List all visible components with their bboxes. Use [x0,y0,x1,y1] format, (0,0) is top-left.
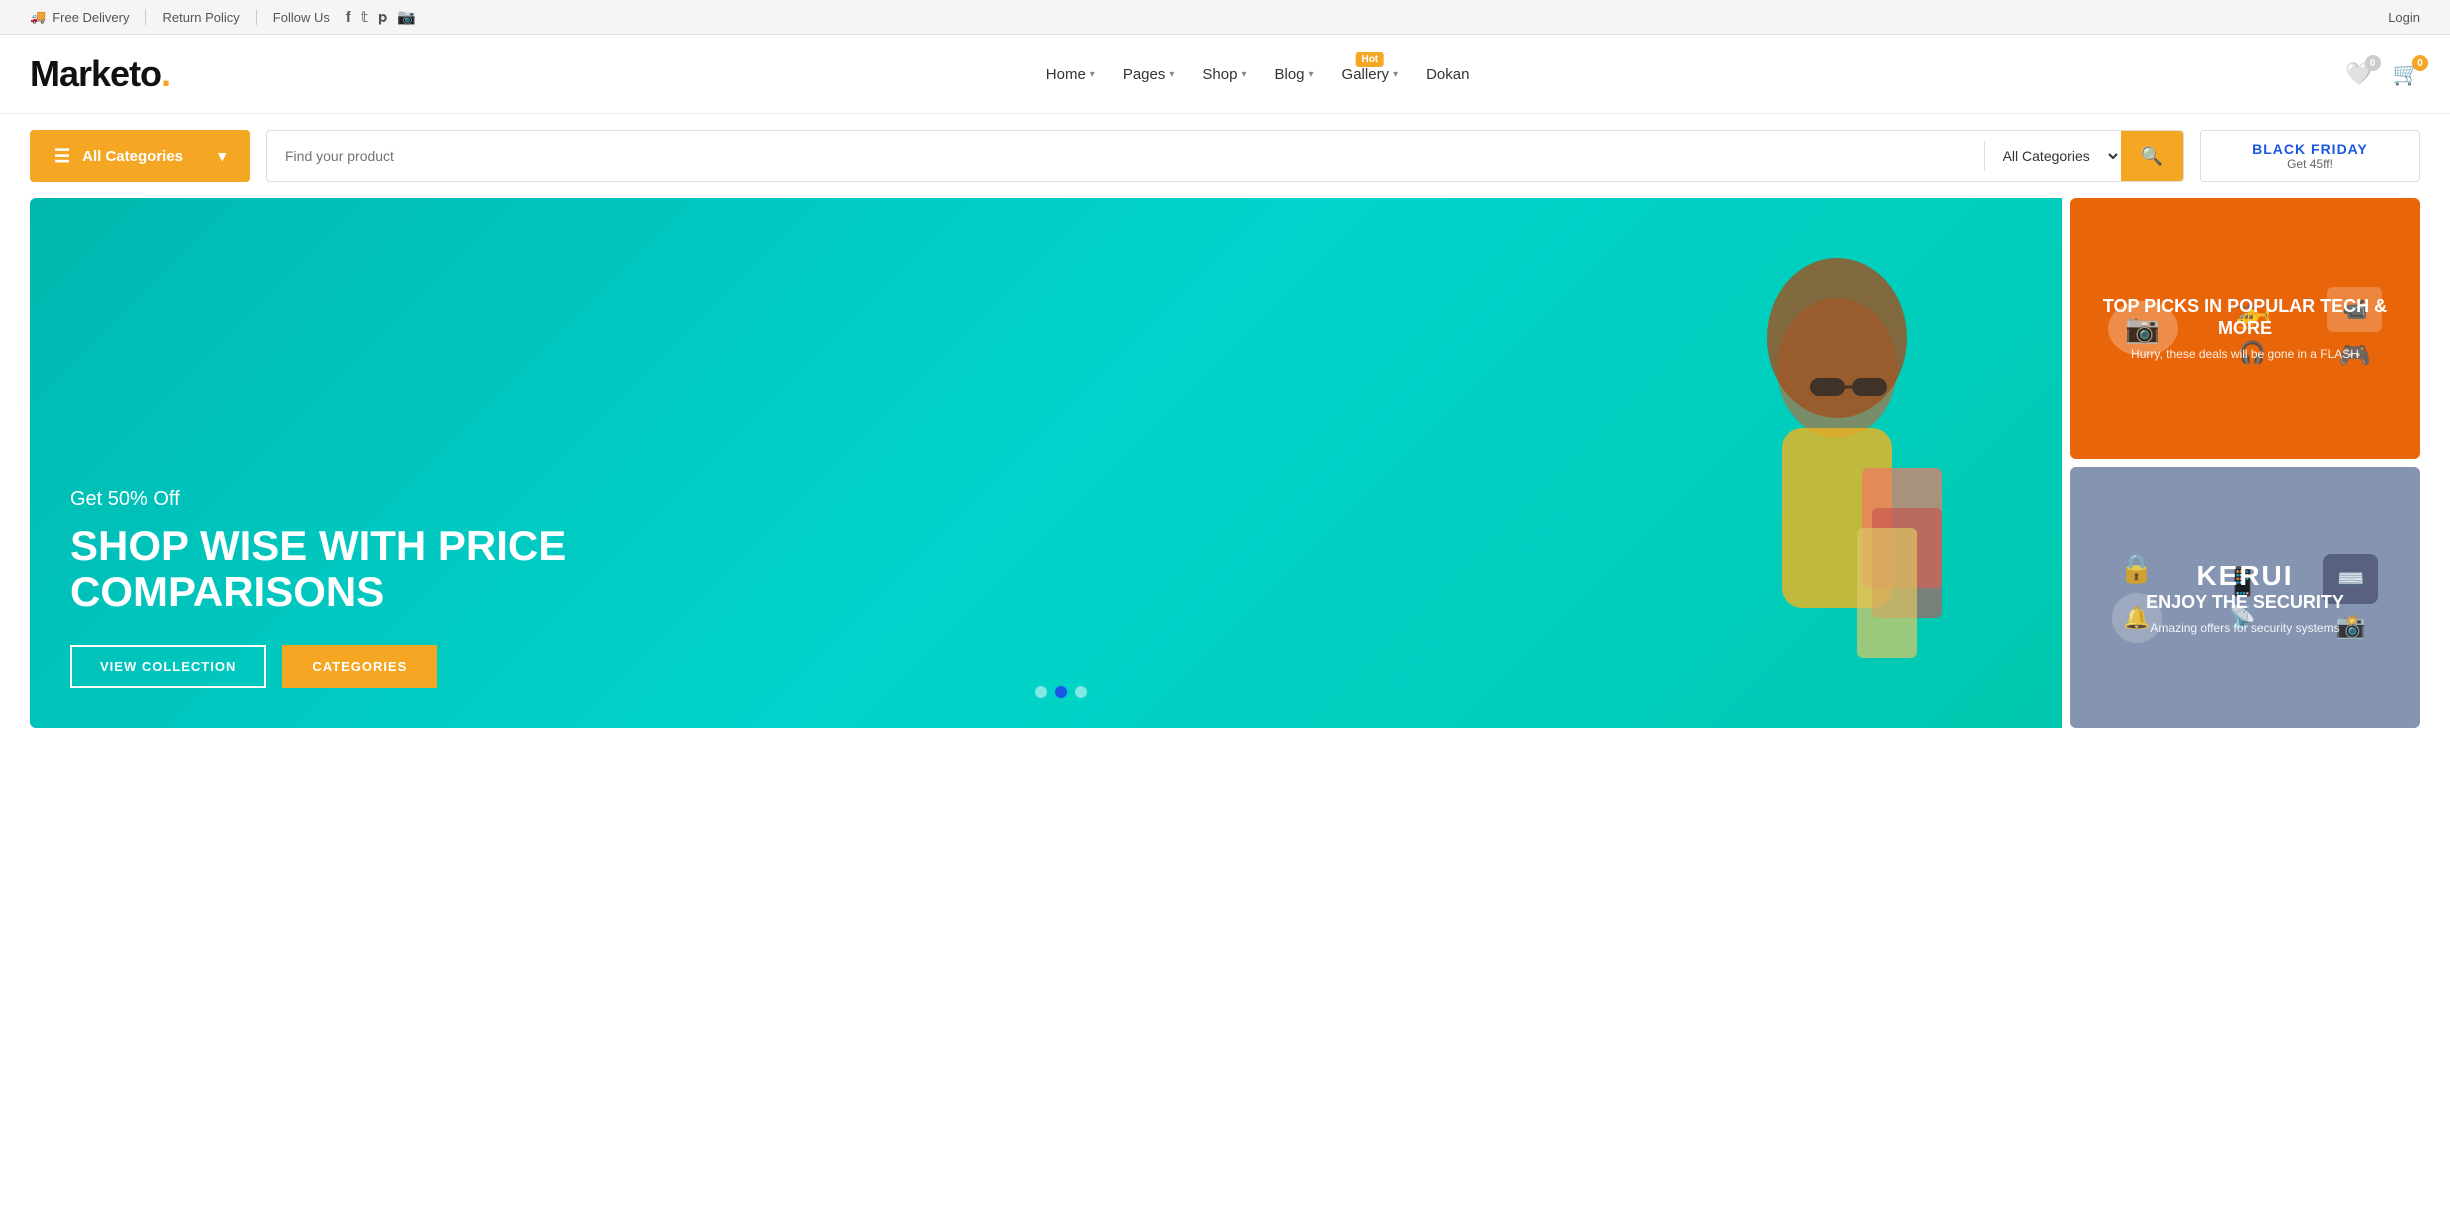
search-input[interactable] [267,131,1984,181]
hero-person-illustration [1662,248,2012,728]
search-icon: 🔍 [2141,146,2163,167]
nav-home-label: Home [1046,66,1086,83]
hero-title-line2: COMPARISONS [70,568,384,615]
hero-promo-text: Get 50% Off [70,488,566,511]
nav-blog[interactable]: Blog ▾ [1274,66,1313,83]
nav-shop[interactable]: Shop ▾ [1202,66,1246,83]
instagram-icon[interactable]: 📷 [397,8,416,26]
slider-dot-3[interactable] [1075,686,1087,698]
search-bar: All Categories Electronics Fashion Home … [266,130,2184,182]
logo[interactable]: Marketo. [30,53,170,95]
security-banner-title: ENJOY THE SECURITY [2146,592,2344,614]
security-banner[interactable]: 🔒 🔔 📱 📡 ⌨️ 📸 KERUI ENJ [2070,467,2420,728]
hero-title: SHOP WISE WITH PRICE COMPARISONS [70,523,566,615]
nav-shop-label: Shop [1202,66,1237,83]
tech-banner-title: TOP PICKS IN POPULAR TECH & MORE [2090,296,2400,339]
security-banner-sub: Amazing offers for security systems [2146,621,2344,635]
security-banner-text: KERUI ENJOY THE SECURITY Amazing offers … [2146,560,2344,636]
social-links: Follow Us 𝐟 𝕥 𝐩 📷 [273,8,416,26]
nav-home[interactable]: Home ▾ [1046,66,1095,83]
tech-banner-sub: Hurry, these deals will be gone in a FLA… [2090,347,2400,361]
black-friday-banner[interactable]: BLACK FRIDAY Get 45ff! [2200,130,2420,182]
follow-us-label: Follow Us [273,10,330,25]
chevron-down-icon: ▾ [1241,69,1246,80]
view-collection-button[interactable]: VIEW COLLECTION [70,645,266,688]
chevron-down-icon: ▾ [1393,69,1398,80]
nav-dokan[interactable]: Dokan [1426,66,1469,83]
chevron-down-icon: ▾ [1309,69,1314,80]
top-bar: 🚚 Free Delivery Return Policy Follow Us … [0,0,2450,35]
woman-svg [1662,248,2012,728]
return-policy-label: Return Policy [162,10,239,25]
black-friday-sub: Get 45ff! [2229,157,2391,171]
black-friday-title: BLACK FRIDAY [2229,141,2391,157]
hero-section: Get 50% Off SHOP WISE WITH PRICE COMPARI… [0,198,2450,728]
category-select[interactable]: All Categories Electronics Fashion Home … [1985,131,2121,181]
hero-right-banners: 📷 🚁 🎧 📹 🎮 [2070,198,2420,728]
search-button[interactable]: 🔍 [2121,130,2183,182]
all-categories-button[interactable]: ☰ All Categories ▾ [30,130,250,182]
cart-badge: 0 [2412,55,2428,71]
wishlist-badge: 0 [2365,55,2381,71]
header-icons: 🤍 0 🛒 0 [2345,61,2420,87]
return-policy-item: Return Policy [162,10,256,25]
chevron-down-icon: ▾ [1169,69,1174,80]
tech-banner-text: TOP PICKS IN POPULAR TECH & MORE Hurry, … [2090,296,2400,361]
nav-pages-label: Pages [1123,66,1166,83]
hero-title-line1: SHOP WISE WITH PRICE [70,522,566,569]
chevron-down-icon: ▾ [1090,69,1095,80]
hot-badge: Hot [1355,52,1384,67]
chevron-down-icon: ▾ [218,147,226,165]
categories-button[interactable]: CATEGORIES [282,645,437,688]
nav-gallery-label: Gallery [1342,66,1390,83]
truck-icon: 🚚 [30,9,46,25]
hero-content: Get 50% Off SHOP WISE WITH PRICE COMPARI… [70,488,566,688]
nav-dokan-label: Dokan [1426,66,1469,83]
kerui-brand: KERUI [2146,560,2344,592]
top-bar-left: 🚚 Free Delivery Return Policy Follow Us … [30,8,416,26]
all-categories-label: All Categories [82,148,183,165]
hero-main-banner: Get 50% Off SHOP WISE WITH PRICE COMPARI… [30,198,2062,728]
facebook-icon[interactable]: 𝐟 [346,9,351,26]
twitter-icon[interactable]: 𝕥 [361,8,368,26]
menu-icon: ☰ [54,146,70,167]
slider-dot-1[interactable] [1035,686,1047,698]
free-delivery-item: 🚚 Free Delivery [30,9,146,25]
header: Marketo. Home ▾ Pages ▾ Shop ▾ Blog ▾ Ho… [0,35,2450,114]
hero-slider-dots [1035,686,1087,698]
hero-buttons: VIEW COLLECTION CATEGORIES [70,645,566,688]
cart-button[interactable]: 🛒 0 [2393,61,2420,87]
nav-pages[interactable]: Pages ▾ [1123,66,1175,83]
main-nav: Home ▾ Pages ▾ Shop ▾ Blog ▾ Hot Gallery… [1046,66,1470,83]
search-row: ☰ All Categories ▾ All Categories Electr… [0,114,2450,198]
free-delivery-label: Free Delivery [52,10,129,25]
nav-gallery[interactable]: Hot Gallery ▾ [1342,66,1399,83]
login-link[interactable]: Login [2388,10,2420,25]
pinterest-icon[interactable]: 𝐩 [378,9,387,26]
tech-banner[interactable]: 📷 🚁 🎧 📹 🎮 [2070,198,2420,459]
slider-dot-2[interactable] [1055,686,1067,698]
wishlist-button[interactable]: 🤍 0 [2345,61,2372,87]
nav-blog-label: Blog [1274,66,1304,83]
